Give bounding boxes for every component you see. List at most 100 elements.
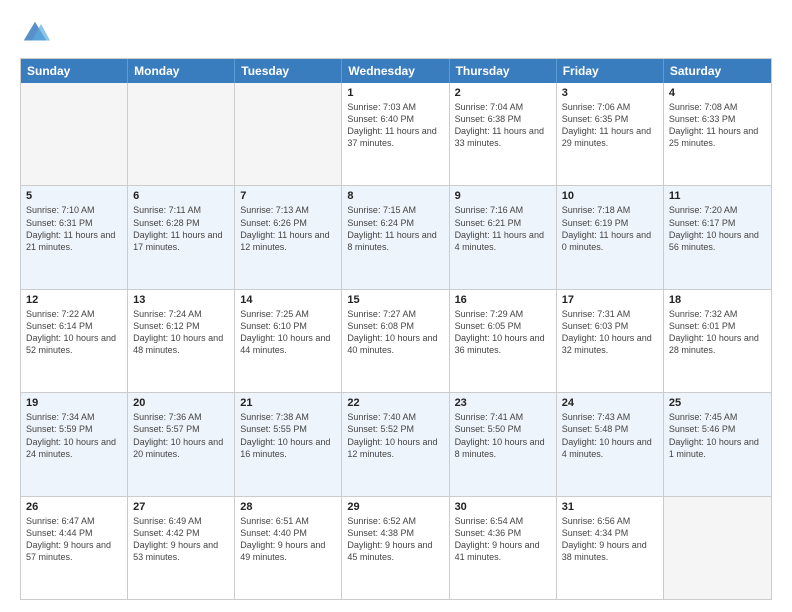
cal-cell-6: 6Sunrise: 7:11 AM Sunset: 6:28 PM Daylig… [128, 186, 235, 288]
cell-info: Sunrise: 7:36 AM Sunset: 5:57 PM Dayligh… [133, 411, 229, 460]
cell-info: Sunrise: 7:16 AM Sunset: 6:21 PM Dayligh… [455, 204, 551, 253]
cal-cell-16: 16 Sunrise: 7:29 AM Sunset: 6:05 PM Dayli… [450, 290, 557, 392]
cell-info: Sunrise: 6:51 AM Sunset: 4:40 PM Dayligh… [240, 515, 336, 564]
cell-info: Sunrise: 7:06 AM Sunset: 6:35 PM Dayligh… [562, 101, 658, 150]
cal-cell-25: 25 Sunrise: 7:45 AM Sunset: 5:46 PM Dayli… [664, 393, 771, 495]
calendar: SundayMondayTuesdayWednesdayThursdayFrid… [20, 58, 772, 600]
cal-cell-20: 20 Sunrise: 7:36 AM Sunset: 5:57 PM Dayli… [128, 393, 235, 495]
calendar-header: SundayMondayTuesdayWednesdayThursdayFrid… [21, 59, 771, 83]
logo-icon [20, 18, 50, 48]
cal-cell-31: 31 Sunrise: 6:56 AM Sunset: 4:34 PM Dayli… [557, 497, 664, 599]
calendar-row-3: 12 Sunrise: 7:22 AM Sunset: 6:14 PM Dayli… [21, 289, 771, 392]
header-day-thursday: Thursday [450, 59, 557, 83]
cell-day-number: 27 [133, 501, 229, 513]
cell-info: Sunrise: 7:10 AM Sunset: 6:31 PM Dayligh… [26, 204, 122, 253]
cal-cell-1: 1 Sunrise: 7:03 AM Sunset: 6:40 PM Daylig… [342, 83, 449, 185]
cell-info: Sunrise: 7:11 AM Sunset: 6:28 PM Dayligh… [133, 204, 229, 253]
cell-day-number: 9 [455, 190, 551, 202]
cell-day-number: 2 [455, 87, 551, 99]
cell-day-number: 17 [562, 294, 658, 306]
cell-info: Sunrise: 7:27 AM Sunset: 6:08 PM Dayligh… [347, 308, 443, 357]
cell-day-number: 8 [347, 190, 443, 202]
page: SundayMondayTuesdayWednesdayThursdayFrid… [0, 0, 792, 612]
cell-info: Sunrise: 7:43 AM Sunset: 5:48 PM Dayligh… [562, 411, 658, 460]
cell-info: Sunrise: 7:20 AM Sunset: 6:17 PM Dayligh… [669, 204, 766, 253]
header-day-saturday: Saturday [664, 59, 771, 83]
cal-cell-30: 30 Sunrise: 6:54 AM Sunset: 4:36 PM Dayli… [450, 497, 557, 599]
cell-info: Sunrise: 7:29 AM Sunset: 6:05 PM Dayligh… [455, 308, 551, 357]
cell-info: Sunrise: 7:04 AM Sunset: 6:38 PM Dayligh… [455, 101, 551, 150]
cal-cell-29: 29 Sunrise: 6:52 AM Sunset: 4:38 PM Dayli… [342, 497, 449, 599]
cell-info: Sunrise: 6:47 AM Sunset: 4:44 PM Dayligh… [26, 515, 122, 564]
cell-info: Sunrise: 7:41 AM Sunset: 5:50 PM Dayligh… [455, 411, 551, 460]
cal-cell-5: 5 Sunrise: 7:10 AM Sunset: 6:31 PM Daylig… [21, 186, 128, 288]
cell-day-number: 10 [562, 190, 658, 202]
cal-cell-7: 7 Sunrise: 7:13 AM Sunset: 6:26 PM Daylig… [235, 186, 342, 288]
cell-info: Sunrise: 7:40 AM Sunset: 5:52 PM Dayligh… [347, 411, 443, 460]
cal-cell-27: 27 Sunrise: 6:49 AM Sunset: 4:42 PM Dayli… [128, 497, 235, 599]
cal-cell-22: 22 Sunrise: 7:40 AM Sunset: 5:52 PM Dayli… [342, 393, 449, 495]
cal-cell-19: 19Sunrise: 7:34 AM Sunset: 5:59 PM Dayli… [21, 393, 128, 495]
cell-info: Sunrise: 6:56 AM Sunset: 4:34 PM Dayligh… [562, 515, 658, 564]
header-day-wednesday: Wednesday [342, 59, 449, 83]
cell-info: Sunrise: 6:52 AM Sunset: 4:38 PM Dayligh… [347, 515, 443, 564]
cell-day-number: 23 [455, 397, 551, 409]
header-day-friday: Friday [557, 59, 664, 83]
cell-day-number: 1 [347, 87, 443, 99]
cell-day-number: 22 [347, 397, 443, 409]
cell-day-number: 3 [562, 87, 658, 99]
cell-day-number: 20 [133, 397, 229, 409]
cell-day-number: 29 [347, 501, 443, 513]
cell-day-number: 18 [669, 294, 766, 306]
cell-info: Sunrise: 7:45 AM Sunset: 5:46 PM Dayligh… [669, 411, 766, 460]
calendar-row-4: 19Sunrise: 7:34 AM Sunset: 5:59 PM Dayli… [21, 392, 771, 495]
cell-day-number: 30 [455, 501, 551, 513]
cell-day-number: 13 [133, 294, 229, 306]
cal-cell-10: 10 Sunrise: 7:18 AM Sunset: 6:19 PM Dayli… [557, 186, 664, 288]
cal-cell-24: 24Sunrise: 7:43 AM Sunset: 5:48 PM Dayli… [557, 393, 664, 495]
calendar-body: 1 Sunrise: 7:03 AM Sunset: 6:40 PM Daylig… [21, 83, 771, 599]
cal-cell-9: 9 Sunrise: 7:16 AM Sunset: 6:21 PM Daylig… [450, 186, 557, 288]
cell-info: Sunrise: 7:13 AM Sunset: 6:26 PM Dayligh… [240, 204, 336, 253]
cell-day-number: 7 [240, 190, 336, 202]
cell-info: Sunrise: 7:24 AM Sunset: 6:12 PM Dayligh… [133, 308, 229, 357]
calendar-row-1: 1 Sunrise: 7:03 AM Sunset: 6:40 PM Daylig… [21, 83, 771, 185]
cell-info: Sunrise: 7:34 AM Sunset: 5:59 PM Dayligh… [26, 411, 122, 460]
cell-day-number: 16 [455, 294, 551, 306]
cal-cell-12: 12 Sunrise: 7:22 AM Sunset: 6:14 PM Dayli… [21, 290, 128, 392]
cell-info: Sunrise: 6:54 AM Sunset: 4:36 PM Dayligh… [455, 515, 551, 564]
cal-cell-26: 26 Sunrise: 6:47 AM Sunset: 4:44 PM Dayli… [21, 497, 128, 599]
cell-info: Sunrise: 7:31 AM Sunset: 6:03 PM Dayligh… [562, 308, 658, 357]
cell-info: Sunrise: 7:25 AM Sunset: 6:10 PM Dayligh… [240, 308, 336, 357]
cell-info: Sunrise: 7:03 AM Sunset: 6:40 PM Dayligh… [347, 101, 443, 150]
cell-info: Sunrise: 7:32 AM Sunset: 6:01 PM Dayligh… [669, 308, 766, 357]
cell-day-number: 31 [562, 501, 658, 513]
cell-info: Sunrise: 7:18 AM Sunset: 6:19 PM Dayligh… [562, 204, 658, 253]
cal-cell-14: 14 Sunrise: 7:25 AM Sunset: 6:10 PM Dayli… [235, 290, 342, 392]
cell-day-number: 11 [669, 190, 766, 202]
cell-info: Sunrise: 7:08 AM Sunset: 6:33 PM Dayligh… [669, 101, 766, 150]
header-day-sunday: Sunday [21, 59, 128, 83]
calendar-row-2: 5 Sunrise: 7:10 AM Sunset: 6:31 PM Daylig… [21, 185, 771, 288]
cell-info: Sunrise: 6:49 AM Sunset: 4:42 PM Dayligh… [133, 515, 229, 564]
cal-cell-empty-6 [664, 497, 771, 599]
cal-cell-23: 23 Sunrise: 7:41 AM Sunset: 5:50 PM Dayli… [450, 393, 557, 495]
cal-cell-13: 13 Sunrise: 7:24 AM Sunset: 6:12 PM Dayli… [128, 290, 235, 392]
header-day-monday: Monday [128, 59, 235, 83]
cell-day-number: 14 [240, 294, 336, 306]
cell-day-number: 28 [240, 501, 336, 513]
cell-day-number: 5 [26, 190, 122, 202]
cal-cell-28: 28 Sunrise: 6:51 AM Sunset: 4:40 PM Dayli… [235, 497, 342, 599]
cell-info: Sunrise: 7:38 AM Sunset: 5:55 PM Dayligh… [240, 411, 336, 460]
header-day-tuesday: Tuesday [235, 59, 342, 83]
cal-cell-empty-2 [235, 83, 342, 185]
cal-cell-2: 2 Sunrise: 7:04 AM Sunset: 6:38 PM Daylig… [450, 83, 557, 185]
cell-day-number: 26 [26, 501, 122, 513]
cell-day-number: 25 [669, 397, 766, 409]
cal-cell-15: 15Sunrise: 7:27 AM Sunset: 6:08 PM Dayli… [342, 290, 449, 392]
cell-day-number: 12 [26, 294, 122, 306]
cal-cell-8: 8Sunrise: 7:15 AM Sunset: 6:24 PM Daylig… [342, 186, 449, 288]
cal-cell-empty-1 [128, 83, 235, 185]
calendar-row-5: 26 Sunrise: 6:47 AM Sunset: 4:44 PM Dayli… [21, 496, 771, 599]
cell-info: Sunrise: 7:22 AM Sunset: 6:14 PM Dayligh… [26, 308, 122, 357]
